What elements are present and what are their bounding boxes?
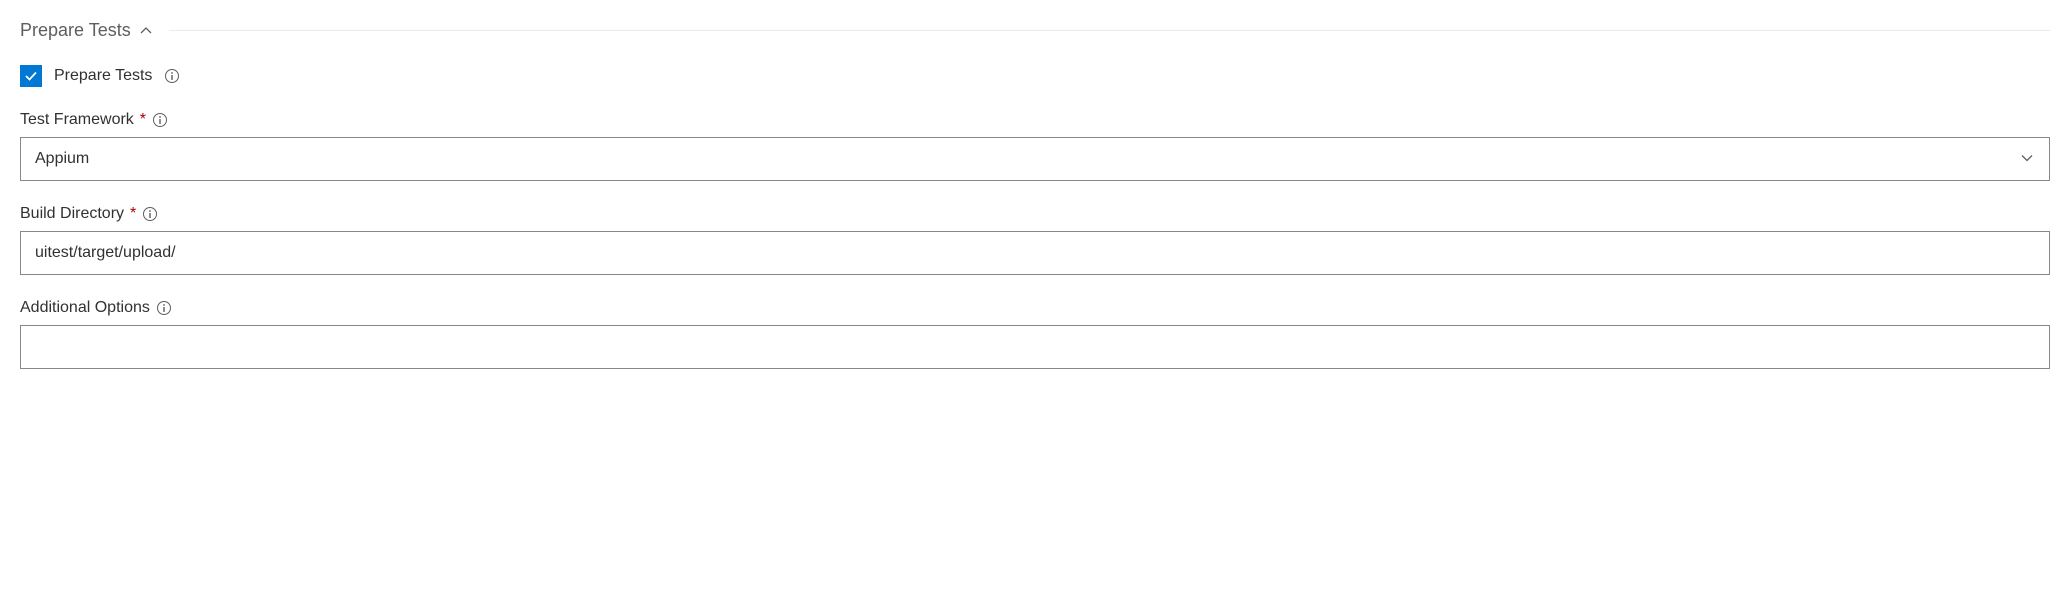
required-indicator: * [140, 111, 146, 129]
field-label-row: Additional Options [20, 299, 2050, 317]
prepare-tests-checkbox[interactable] [20, 65, 42, 87]
chevron-up-icon [139, 24, 153, 38]
section-title: Prepare Tests [20, 20, 131, 41]
prepare-tests-checkbox-row: Prepare Tests [20, 65, 2050, 87]
test-framework-label: Test Framework [20, 111, 134, 129]
field-label-row: Test Framework * [20, 111, 2050, 129]
test-framework-select-wrap: Appium [20, 137, 2050, 181]
section-divider [169, 30, 2050, 31]
prepare-tests-checkbox-label: Prepare Tests [54, 67, 152, 85]
info-icon[interactable] [142, 206, 158, 222]
test-framework-field: Test Framework * Appium [20, 111, 2050, 181]
test-framework-value: Appium [35, 150, 89, 168]
field-label-row: Build Directory * [20, 205, 2050, 223]
test-framework-select[interactable]: Appium [20, 137, 2050, 181]
build-directory-field: Build Directory * [20, 205, 2050, 275]
info-icon[interactable] [152, 112, 168, 128]
required-indicator: * [130, 205, 136, 223]
build-directory-input[interactable] [20, 231, 2050, 275]
build-directory-label: Build Directory [20, 205, 124, 223]
section-header[interactable]: Prepare Tests [20, 20, 2050, 41]
additional-options-field: Additional Options [20, 299, 2050, 369]
additional-options-label: Additional Options [20, 299, 150, 317]
info-icon[interactable] [164, 68, 180, 84]
info-icon[interactable] [156, 300, 172, 316]
additional-options-input[interactable] [20, 325, 2050, 369]
